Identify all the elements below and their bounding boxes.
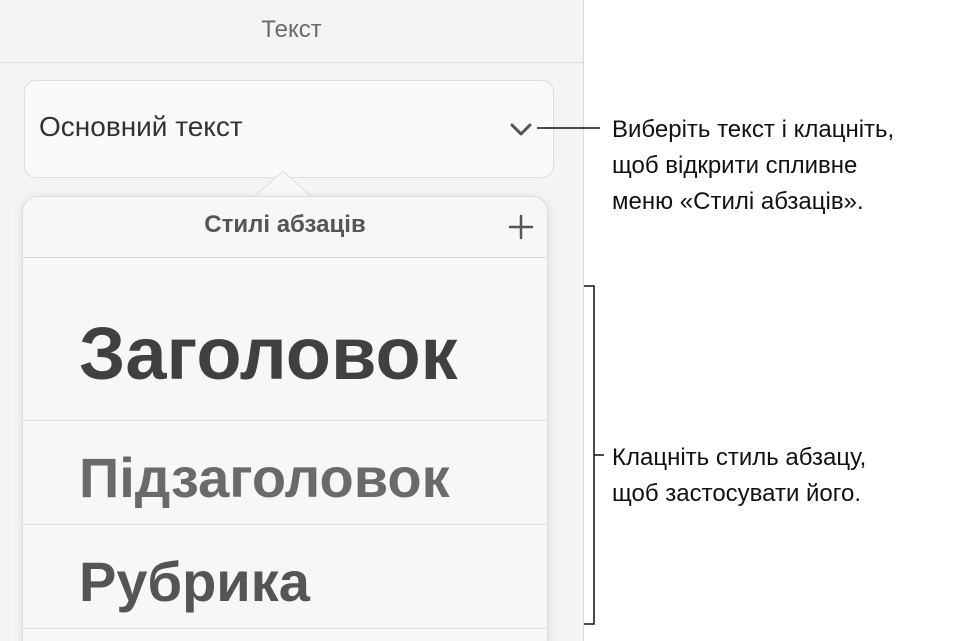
- popover-arrow: [254, 170, 312, 198]
- popover-title: Стилі абзаців: [204, 211, 366, 238]
- callout-apply-style: Клацніть стиль абзацу, щоб застосувати й…: [612, 440, 968, 512]
- current-style-label: Основний текст: [39, 111, 243, 142]
- chevron-down-icon[interactable]: [509, 121, 533, 139]
- paragraph-style-dropdown[interactable]: Основний текст: [24, 80, 554, 178]
- callout-line: Клацніть стиль абзацу,: [612, 444, 867, 471]
- format-sidebar: Текст Основний текст Стилі абзаців Загол…: [0, 0, 584, 641]
- style-item-label: Заголовок: [79, 312, 458, 395]
- paragraph-styles-popover: Стилі абзаців Заголовок Підзаголовок Руб…: [22, 196, 548, 641]
- style-item-heading[interactable]: Заголовок: [23, 259, 547, 421]
- callout-line: Виберіть текст і клацніть,: [612, 116, 895, 143]
- sidebar-tab-title[interactable]: Текст: [0, 0, 583, 63]
- callout-line: щоб застосувати його.: [612, 480, 862, 507]
- style-item-rubric[interactable]: Рубрика: [23, 525, 547, 629]
- style-item-subheading[interactable]: Підзаголовок: [23, 421, 547, 525]
- callout-line: щоб відкрити спливне: [612, 152, 858, 179]
- style-item-label: Підзаголовок: [79, 446, 450, 509]
- callout-line: меню «Стилі абзаців».: [612, 188, 864, 215]
- popover-header: Стилі абзаців: [23, 197, 547, 258]
- callout-select-style: Виберіть текст і клацніть, щоб відкрити …: [612, 112, 968, 220]
- plus-icon[interactable]: [507, 213, 535, 241]
- style-item-label: Рубрика: [79, 550, 310, 613]
